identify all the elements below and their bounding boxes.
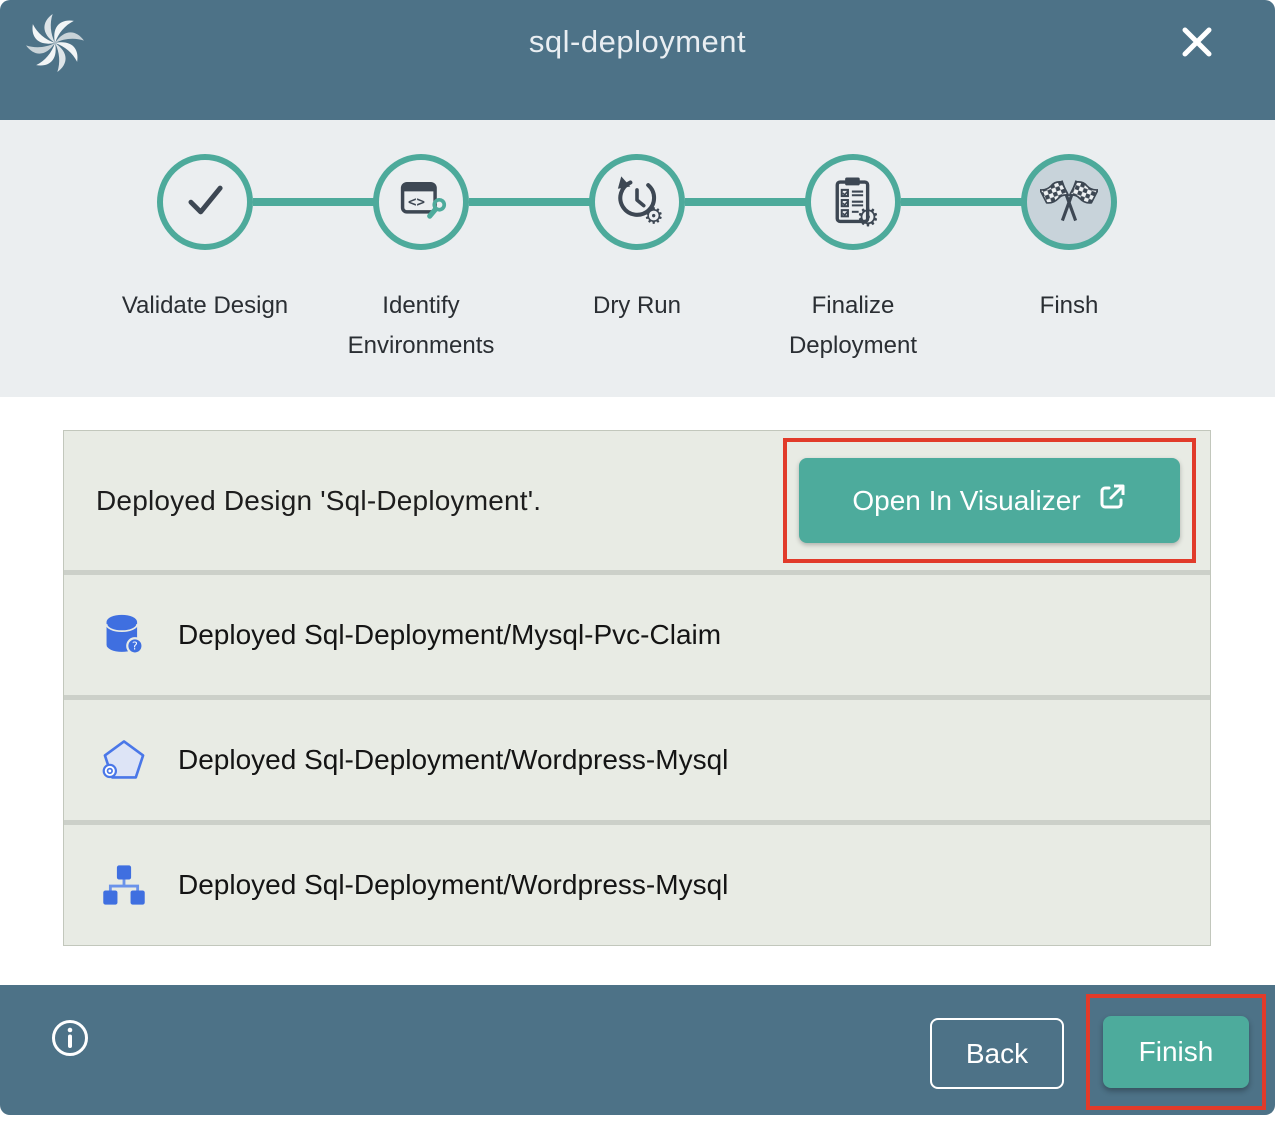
pentagon-icon	[100, 736, 148, 784]
result-row-wordpress-mysql-1: Deployed Sql-Deployment/Wordpress-Mysql	[64, 700, 1210, 820]
open-in-new-icon	[1097, 482, 1127, 519]
deployment-summary-text: Deployed Design 'Sql-Deployment'.	[96, 485, 541, 517]
gear-glyph: ⚙	[856, 202, 879, 226]
deployment-wizard-dialog: sql-deployment <>	[0, 0, 1275, 1122]
back-button[interactable]: Back	[930, 1018, 1064, 1089]
deployment-summary-row: Deployed Design 'Sql-Deployment'. Open I…	[64, 431, 1210, 570]
step-dry-run[interactable]: ⚙	[589, 154, 685, 250]
close-icon[interactable]	[1169, 14, 1225, 70]
stepper-connector	[253, 198, 375, 206]
finish-button[interactable]: Finish	[1103, 1016, 1249, 1088]
step-validate-design[interactable]	[157, 154, 253, 250]
question-glyph: ?	[132, 640, 138, 653]
result-text: Deployed Sql-Deployment/Wordpress-Mysql	[178, 744, 728, 776]
step-finalize-deployment[interactable]: ⚙	[805, 154, 901, 250]
info-icon[interactable]	[50, 1018, 90, 1058]
dialog-title: sql-deployment	[0, 24, 1275, 60]
result-row-wordpress-mysql-2: Deployed Sql-Deployment/Wordpress-Mysql	[64, 825, 1210, 945]
step-finish[interactable]	[1021, 154, 1117, 250]
stepper-connector	[469, 198, 591, 206]
step-label-dry-run: Dry Run	[542, 286, 732, 326]
step-label-identify-environments: Identify Environments	[326, 286, 516, 365]
dialog-footer: Back Finish	[0, 985, 1275, 1115]
clipboard-gear-icon: ⚙	[826, 173, 880, 232]
dialog-header: sql-deployment	[0, 0, 1275, 120]
gear-glyph: ⚙	[644, 203, 664, 226]
open-in-visualizer-button[interactable]: Open In Visualizer	[799, 458, 1180, 543]
rerun-clock-gear-icon: ⚙	[610, 173, 664, 232]
step-identify-environments[interactable]: <>	[373, 154, 469, 250]
stepper-connector	[685, 198, 807, 206]
visualizer-button-highlight: Open In Visualizer	[783, 438, 1196, 563]
step-label-validate-design: Validate Design	[110, 286, 300, 326]
result-row-mysql-pvc-claim: ? Deployed Sql-Deployment/Mysql-Pvc-Clai…	[64, 575, 1210, 695]
database-icon: ?	[100, 611, 148, 659]
check-icon	[179, 174, 231, 231]
stepper-connector	[901, 198, 1023, 206]
checkered-flags-icon	[1040, 171, 1098, 234]
code-wrench-icon: <>	[395, 174, 447, 231]
open-in-visualizer-label: Open In Visualizer	[852, 485, 1080, 517]
finish-button-highlight: Finish	[1086, 994, 1266, 1110]
hierarchy-icon	[100, 861, 148, 909]
result-text: Deployed Sql-Deployment/Wordpress-Mysql	[178, 869, 728, 901]
deployment-results-list: Deployed Design 'Sql-Deployment'. Open I…	[63, 430, 1211, 946]
deployment-stepper: <> ⚙	[0, 120, 1275, 397]
step-label-finalize-deployment: Finalize Deployment	[758, 286, 948, 365]
result-text: Deployed Sql-Deployment/Mysql-Pvc-Claim	[178, 619, 721, 651]
step-label-finish: Finsh	[974, 286, 1164, 326]
code-glyph: <>	[408, 194, 425, 210]
